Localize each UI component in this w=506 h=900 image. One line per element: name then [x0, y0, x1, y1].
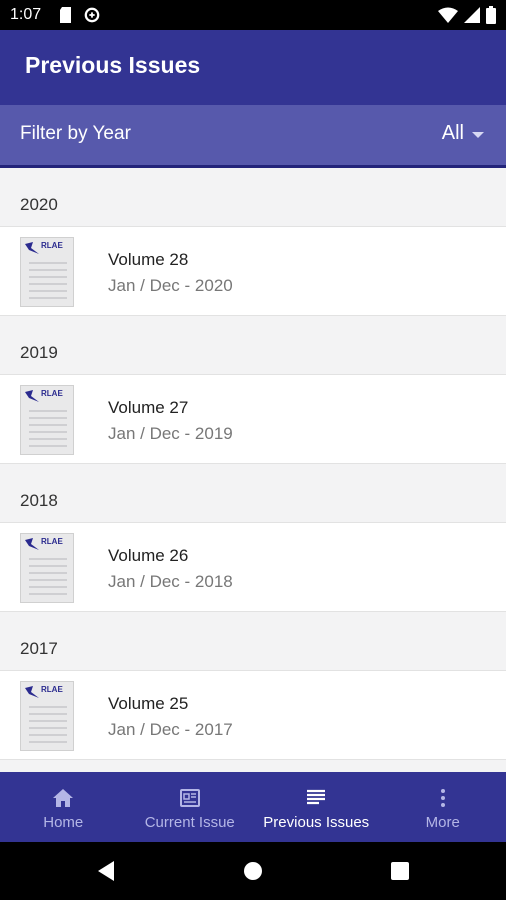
system-navigation-bar: [0, 842, 506, 900]
issue-cover-thumbnail: RLAE: [20, 237, 74, 307]
year-section-header: 2016: [0, 760, 506, 772]
bottom-navigation: Home Current Issue Previous Issues More: [0, 772, 506, 842]
cover-brand: RLAE: [41, 537, 63, 546]
section-year: 2020: [20, 195, 58, 214]
issue-cover-thumbnail: RLAE: [20, 681, 74, 751]
year-section-header: 2019: [0, 316, 506, 375]
nav-label: More: [425, 814, 460, 831]
issue-volume: Volume 27: [108, 398, 189, 417]
year-section-header: 2020: [0, 168, 506, 227]
year-section-header: 2017: [0, 612, 506, 671]
filter-label: Filter by Year: [20, 123, 131, 144]
more-vert-icon: [440, 789, 445, 807]
journal-logo-icon: [25, 686, 39, 698]
filter-bar: Filter by Year All: [0, 105, 506, 168]
recents-icon[interactable]: [390, 860, 410, 882]
home-icon: [53, 789, 74, 807]
issue-volume: Volume 25: [108, 694, 189, 713]
year-filter-value: All: [441, 122, 464, 144]
year-filter-dropdown[interactable]: All: [442, 122, 484, 145]
section-year: 2017: [20, 639, 58, 658]
nav-current-issue[interactable]: Current Issue: [127, 772, 254, 842]
issues-list[interactable]: 2020 RLAE Volume 28 Jan / Dec - 2020 201…: [0, 168, 506, 772]
list-icon: [307, 789, 326, 805]
issue-date: Jan / Dec - 2019: [108, 424, 233, 443]
status-time: 1:07: [10, 6, 42, 23]
issue-row[interactable]: RLAE Volume 27 Jan / Dec - 2019: [0, 375, 506, 464]
section-year: 2019: [20, 343, 58, 362]
newspaper-icon: [179, 789, 200, 807]
nav-more[interactable]: More: [380, 772, 506, 842]
battery-icon: [486, 6, 496, 24]
section-year: 2018: [20, 491, 58, 510]
issue-volume: Volume 26: [108, 546, 189, 565]
status-bar: 1:07: [0, 0, 506, 30]
issue-date: Jan / Dec - 2020: [108, 276, 233, 295]
nav-home[interactable]: Home: [0, 772, 127, 842]
dropdown-arrow-icon: [472, 132, 484, 138]
cover-brand: RLAE: [41, 389, 63, 398]
wifi-icon: [438, 7, 458, 23]
issue-row[interactable]: RLAE Volume 25 Jan / Dec - 2017: [0, 671, 506, 760]
issue-date: Jan / Dec - 2017: [108, 720, 233, 739]
year-section-header: 2018: [0, 464, 506, 523]
journal-logo-icon: [25, 242, 39, 254]
data-saver-icon: [84, 7, 100, 23]
issue-cover-thumbnail: RLAE: [20, 533, 74, 603]
issue-row[interactable]: RLAE Volume 26 Jan / Dec - 2018: [0, 523, 506, 612]
signal-icon: [464, 7, 480, 23]
nav-label: Previous Issues: [263, 814, 370, 831]
app-bar: Previous Issues: [0, 30, 506, 105]
cover-brand: RLAE: [41, 685, 63, 694]
journal-logo-icon: [25, 390, 39, 402]
home-button-icon[interactable]: [243, 860, 263, 882]
issue-row[interactable]: RLAE Volume 28 Jan / Dec - 2020: [0, 227, 506, 316]
cover-brand: RLAE: [41, 241, 63, 250]
back-icon[interactable]: [96, 860, 116, 882]
issue-date: Jan / Dec - 2018: [108, 572, 233, 591]
sd-card-icon: [60, 7, 71, 23]
issue-cover-thumbnail: RLAE: [20, 385, 74, 455]
issue-volume: Volume 28: [108, 250, 189, 269]
page-title: Previous Issues: [25, 52, 201, 78]
journal-logo-icon: [25, 538, 39, 550]
nav-label: Current Issue: [144, 814, 235, 831]
nav-previous-issues[interactable]: Previous Issues: [253, 772, 380, 842]
nav-label: Home: [43, 814, 84, 831]
